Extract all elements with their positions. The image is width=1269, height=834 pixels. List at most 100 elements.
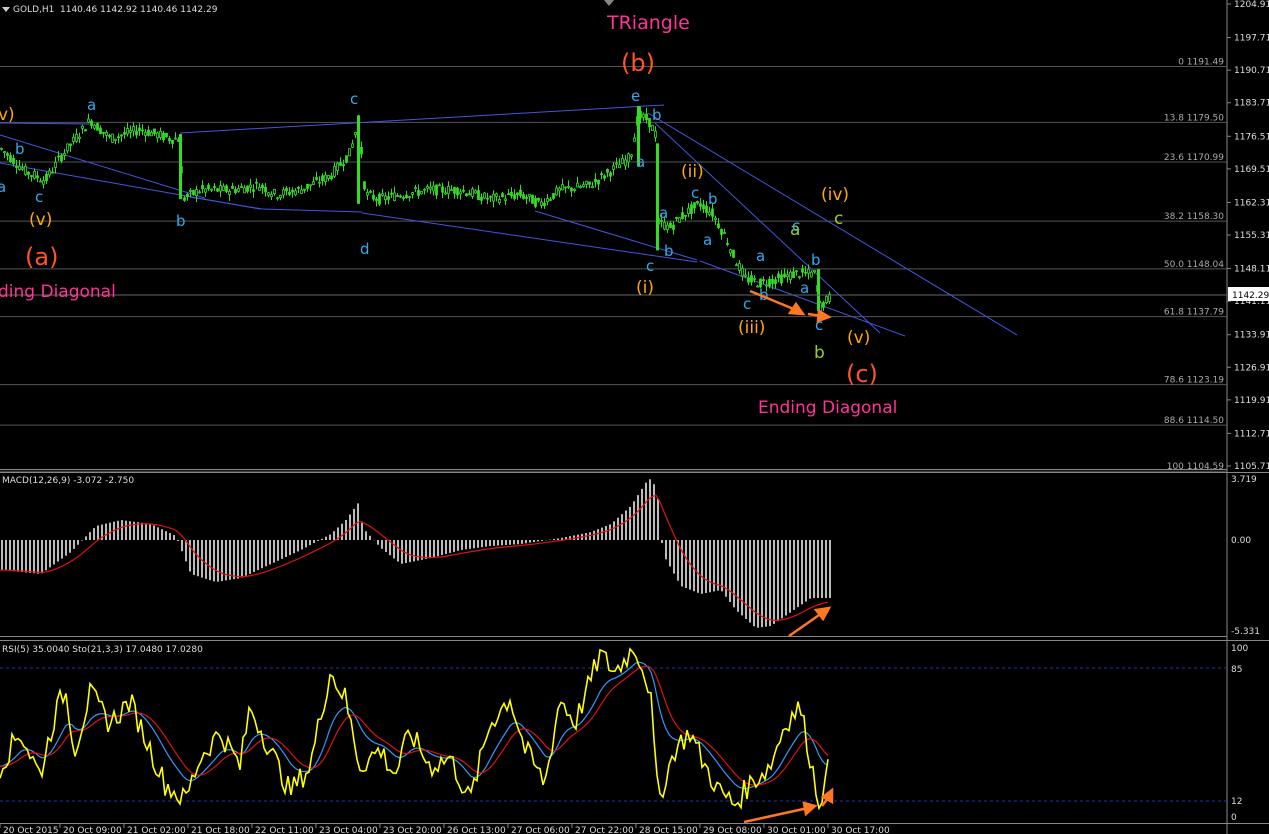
- candle-body: [534, 198, 537, 207]
- macd-bar: [537, 540, 539, 542]
- macd-bar: [533, 540, 535, 543]
- stochastic-signal-line: [0, 665, 829, 786]
- candle-body: [630, 154, 633, 157]
- candle-body: [441, 186, 444, 193]
- macd-bar: [765, 540, 767, 627]
- candle-body: [552, 193, 555, 199]
- candle-body: [426, 186, 429, 189]
- candle-body: [453, 187, 456, 194]
- macd-bar: [233, 540, 235, 580]
- macd-bar: [149, 523, 151, 540]
- macd-bar: [425, 540, 427, 559]
- candle-body: [468, 193, 471, 196]
- candle-body: [615, 162, 618, 165]
- candle-body: [279, 194, 282, 198]
- candle-body: [669, 222, 672, 228]
- candle-body: [513, 194, 516, 200]
- candle-body: [732, 249, 735, 258]
- macd-bar: [345, 520, 347, 540]
- macd-bar: [361, 521, 363, 540]
- wave-c-blue-3: c: [646, 257, 654, 275]
- candle-body: [687, 207, 690, 215]
- macd-bar: [509, 540, 511, 545]
- candle-body: [210, 188, 213, 191]
- time-tick-12: 30 Oct 01:00: [767, 826, 826, 834]
- candle-body: [243, 187, 246, 194]
- macd-bar: [697, 540, 699, 593]
- candle-body: [774, 279, 777, 284]
- trading-chart[interactable]: 0 1191.49 13.8 1179.50 23.6 1170.99 38.2 11…: [0, 0, 1269, 834]
- macd-bar: [465, 540, 467, 550]
- macd-bar: [381, 540, 383, 549]
- candle-body: [66, 143, 69, 152]
- candle-body: [87, 118, 90, 123]
- candle-body: [603, 175, 606, 179]
- macd-bar: [737, 540, 739, 612]
- candle-body: [672, 224, 675, 230]
- candle-body: [609, 172, 612, 177]
- osc-tick-12: 12: [1231, 797, 1242, 807]
- candle-body: [507, 193, 510, 196]
- macd-bar: [781, 540, 783, 619]
- macd-bar: [417, 540, 419, 561]
- candle-body: [573, 188, 576, 191]
- wave-b-green: b: [814, 343, 825, 363]
- candle-body: [642, 113, 645, 118]
- candle-body: [477, 190, 480, 201]
- candle-body: [450, 189, 453, 191]
- macd-bar: [237, 540, 239, 579]
- candle-body: [564, 186, 567, 189]
- macd-bar: [209, 540, 211, 581]
- candle-body: [675, 216, 678, 219]
- candle-body: [648, 118, 651, 128]
- macd-bar: [657, 499, 659, 540]
- price-tick-5: 1169.51: [1234, 165, 1269, 175]
- osc-tick-100: 100: [1231, 644, 1248, 654]
- candle-body: [63, 152, 66, 156]
- price-tick-11: 1126.91: [1234, 363, 1269, 373]
- candle-body: [699, 203, 702, 207]
- candle-body: [372, 194, 375, 200]
- macd-tick-zero: 0.00: [1231, 536, 1251, 546]
- candle-body-large: [817, 269, 820, 311]
- wave-a-blue-5: a: [703, 231, 712, 249]
- candle-body: [141, 129, 144, 132]
- wave-v-left: (v): [29, 210, 52, 230]
- wave-annotations: TRiangle ding Diagonal Ending Diagonal (…: [0, 12, 897, 418]
- macd-bar: [605, 526, 607, 540]
- wave-c-blue-1: c: [35, 188, 43, 206]
- candle-body: [159, 130, 162, 138]
- candle-body: [126, 128, 129, 135]
- time-tick-6: 23 Oct 20:00: [383, 826, 442, 834]
- macd-bar: [453, 540, 455, 552]
- candle-body: [33, 171, 36, 179]
- macd-bar: [553, 539, 555, 540]
- candle-body: [423, 188, 426, 191]
- candle-body: [537, 197, 540, 201]
- macd-bar: [489, 540, 491, 547]
- candle-body: [21, 167, 24, 170]
- osc-tick-85: 85: [1231, 665, 1242, 675]
- candle-body: [459, 191, 462, 195]
- candle-body: [456, 187, 459, 196]
- trendlines: [0, 104, 1018, 337]
- candle-body: [714, 217, 717, 220]
- macd-bar: [733, 540, 735, 608]
- candle-body: [597, 179, 600, 185]
- macd-bar: [385, 540, 387, 552]
- candle-body: [219, 185, 222, 192]
- macd-tick-bottom: -5.331: [1231, 627, 1260, 637]
- macd-bar: [617, 517, 619, 540]
- price-tick-10: 1133.91: [1234, 331, 1269, 341]
- macd-bar: [9, 540, 11, 571]
- candle-body-large: [357, 115, 360, 204]
- candle-body: [129, 129, 132, 133]
- oscillator-panel: RSI(5) 35.0040 Sto(21,3,3) 17.0480 17.02…: [0, 644, 1248, 824]
- candle-body: [363, 181, 366, 190]
- candle-body: [402, 197, 405, 199]
- candle-body: [792, 271, 795, 279]
- macd-bar: [649, 479, 651, 540]
- macd-bar: [173, 535, 175, 540]
- ending-diagonal-right-label: Ending Diagonal: [758, 398, 897, 418]
- candle-body: [285, 188, 288, 192]
